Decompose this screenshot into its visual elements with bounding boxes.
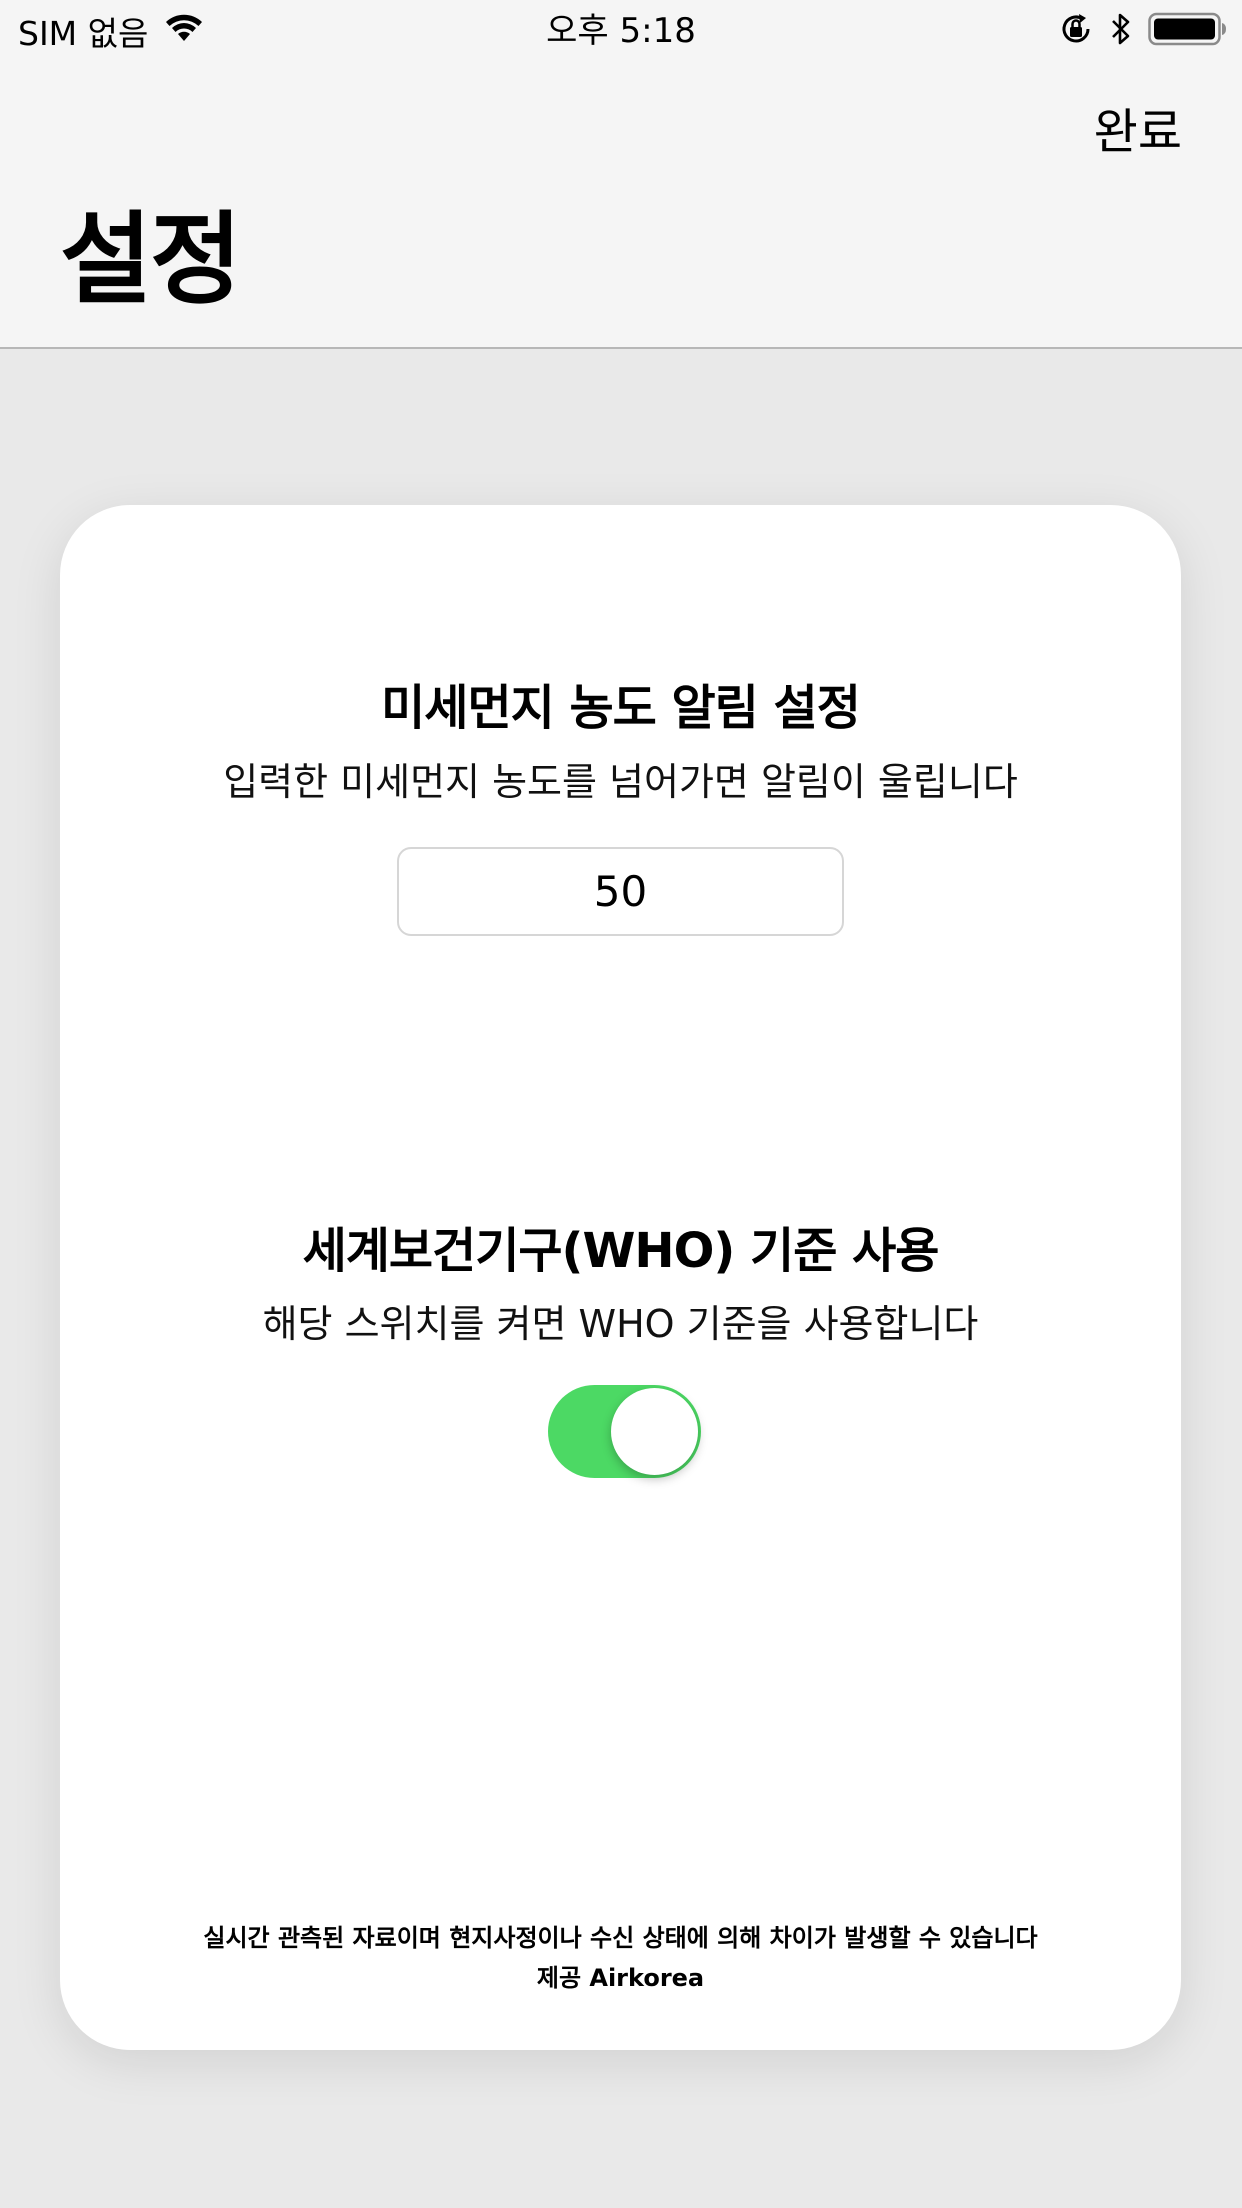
battery-icon [1148, 11, 1228, 51]
who-section-description: 해당 스위치를 켜면 WHO 기준을 사용합니다 [262, 1302, 979, 1346]
bluetooth-icon [1110, 12, 1132, 50]
status-time: 오후 5:18 [546, 11, 696, 51]
who-standard-toggle[interactable] [548, 1385, 701, 1478]
done-button[interactable]: 완료 [1094, 92, 1182, 162]
threshold-input[interactable] [397, 847, 844, 936]
rotation-lock-icon [1058, 11, 1094, 51]
settings-card: 미세먼지 농도 알림 설정 입력한 미세먼지 농도를 넘어가면 알림이 울립니다… [60, 505, 1181, 2050]
source-credit: 제공 Airkorea [536, 1964, 705, 1992]
navigation-bar: 완료 설정 [0, 60, 1242, 349]
page-title: 설정 [60, 201, 242, 318]
toggle-knob [611, 1388, 698, 1475]
status-bar-right [1058, 10, 1228, 52]
status-bar: SIM 없음 오후 5:18 [0, 0, 1242, 60]
disclaimer-text: 실시간 관측된 자료이며 현지사정이나 수신 상태에 의해 차이가 발생할 수 … [203, 1924, 1038, 1952]
who-section-title: 세계보건기구(WHO) 기준 사용 [302, 1223, 940, 1279]
alert-section-title: 미세먼지 농도 알림 설정 [381, 680, 861, 736]
alert-section-description: 입력한 미세먼지 농도를 넘어가면 알림이 울립니다 [223, 760, 1018, 804]
